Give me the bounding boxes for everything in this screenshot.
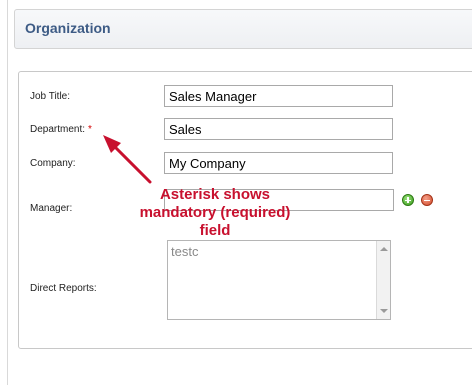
section-header: Organization xyxy=(14,9,472,49)
annotation-line: field xyxy=(199,222,231,239)
remove-manager-button[interactable] xyxy=(421,194,433,206)
department-label: Department: xyxy=(30,124,86,135)
direct-reports-list[interactable]: testc xyxy=(167,240,391,320)
scroll-up-arrow-icon[interactable] xyxy=(380,247,388,251)
scrollbar[interactable] xyxy=(376,241,390,319)
job-title-input[interactable] xyxy=(164,85,393,107)
annotation-line: mandatory (required) xyxy=(139,204,291,221)
manager-label: Manager: xyxy=(30,203,73,214)
required-asterisk: * xyxy=(88,124,92,135)
department-input[interactable] xyxy=(164,118,393,140)
company-input[interactable] xyxy=(164,152,393,174)
section-title: Organization xyxy=(25,20,111,36)
add-manager-button[interactable] xyxy=(402,194,414,206)
annotation-callout: Asterisk shows mandatory (required) fiel… xyxy=(120,186,310,240)
list-item[interactable]: testc xyxy=(171,244,198,259)
scroll-down-arrow-icon[interactable] xyxy=(380,309,388,313)
left-border-line xyxy=(7,0,8,385)
annotation-line: Asterisk shows xyxy=(159,186,271,203)
company-label: Company: xyxy=(30,158,76,169)
direct-reports-label: Direct Reports: xyxy=(30,283,97,294)
department-label-group: Department: * xyxy=(30,124,92,135)
job-title-label: Job Title: xyxy=(30,91,71,102)
